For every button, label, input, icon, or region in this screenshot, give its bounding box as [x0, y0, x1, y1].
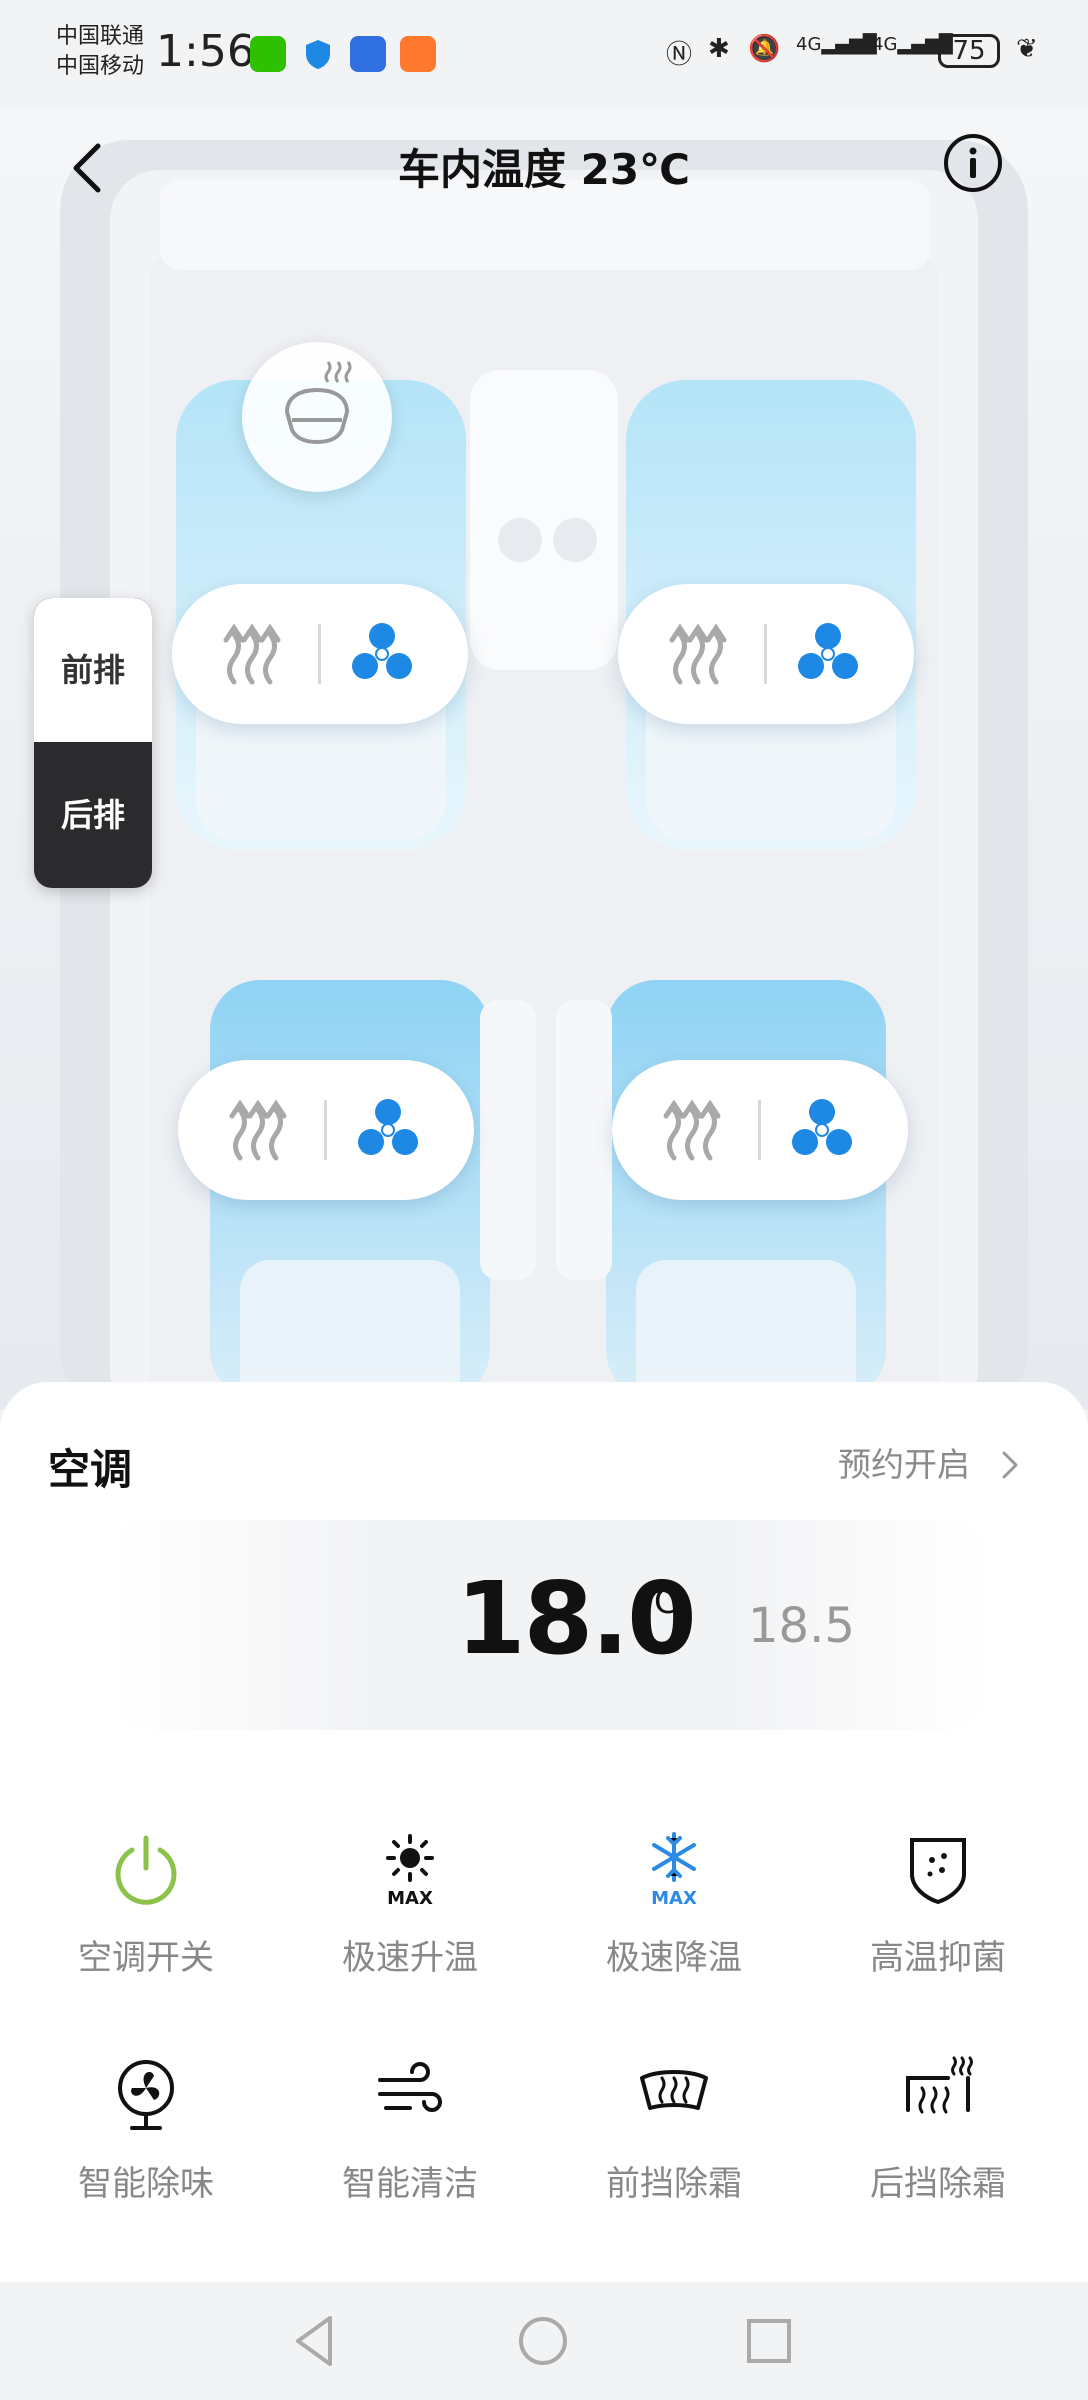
seat-fan-icon[interactable] — [348, 620, 416, 688]
function-label: 后挡除霜 — [870, 2164, 1006, 2204]
nfc-icon: Ⓝ — [666, 40, 693, 70]
shield-dots-icon — [910, 1838, 966, 1905]
smart-clean-button[interactable] — [370, 2054, 450, 2138]
ac-power-button[interactable] — [106, 1828, 186, 1912]
rear-defrost-icon — [906, 2056, 973, 2114]
next-temperature[interactable]: 18.5 — [748, 1598, 855, 1654]
carrier-1: 中国联通 — [56, 24, 145, 49]
seat-fan-icon[interactable] — [354, 1096, 422, 1164]
seat-fan-icon[interactable] — [794, 620, 862, 688]
network-2-label: 4G — [872, 34, 898, 55]
smart-deodorize-button[interactable] — [106, 2054, 186, 2138]
rear-defrost-button[interactable] — [898, 2054, 978, 2138]
seat-heat-icon[interactable] — [222, 622, 282, 686]
mute-icon: 🔕 — [748, 34, 781, 64]
svg-text:MAX: MAX — [651, 1888, 697, 1908]
fan-icon — [118, 2060, 174, 2130]
clock: 1:56 — [156, 26, 255, 77]
seat-fan-icon[interactable] — [788, 1096, 856, 1164]
nav-recents-icon[interactable] — [744, 2316, 794, 2366]
seat-control-front-left — [172, 584, 468, 724]
seat-control-rear-right — [612, 1060, 908, 1200]
front-defrost-button[interactable] — [634, 2054, 714, 2138]
seat-heat-icon[interactable] — [662, 1098, 722, 1162]
chevron-right-icon[interactable] — [1000, 1450, 1020, 1480]
function-label: 前挡除霜 — [606, 2164, 742, 2204]
carrier-2: 中国移动 — [56, 54, 145, 79]
info-icon — [969, 147, 977, 178]
page-title: 车内温度 23℃ — [398, 145, 690, 194]
divider — [758, 1100, 761, 1160]
snowflake-max-icon: MAX — [651, 1832, 697, 1909]
seat-control-rear-left — [178, 1060, 474, 1200]
function-label: 智能清洁 — [342, 2164, 478, 2204]
divider — [318, 624, 321, 684]
front-defrost-icon — [640, 2070, 708, 2110]
wechat-icon — [250, 36, 286, 72]
function-label: 高温抑菌 — [870, 1938, 1006, 1978]
seat-control-front-right — [618, 584, 914, 724]
carrier-info: 中国联通 中国移动 — [56, 22, 144, 82]
system-nav-bar — [0, 2282, 1088, 2400]
status-bar: 中国联通 中国移动 1:56 Ⓝ ✱ 🔕 4G▂▄▆█ 4G▂▄▆█ 75 ❦ — [0, 0, 1088, 110]
steering-wheel-heat-button[interactable] — [242, 342, 392, 492]
car-top-view — [0, 110, 1088, 1420]
seat-heat-icon[interactable] — [668, 622, 728, 686]
climate-title: 空调 — [48, 1445, 133, 1494]
divider — [764, 624, 767, 684]
rapid-heat-button[interactable]: MAX — [370, 1828, 450, 1912]
front-row-tab[interactable]: 前排 — [34, 598, 152, 742]
power-icon — [115, 1835, 177, 1905]
app-icon-orange — [400, 36, 436, 72]
function-label: 极速升温 — [342, 1938, 478, 1978]
nav-back-icon[interactable] — [290, 2312, 340, 2370]
shield-app-icon — [300, 36, 336, 72]
rear-row-tab[interactable]: 后排 — [34, 742, 152, 888]
info-button[interactable] — [944, 134, 1002, 192]
function-label: 空调开关 — [78, 1938, 214, 1978]
function-label: 极速降温 — [606, 1938, 742, 1978]
rapid-cool-button[interactable]: MAX — [634, 1828, 714, 1912]
seat-heat-icon[interactable] — [228, 1098, 288, 1162]
app-icon-blue — [350, 36, 386, 72]
battery-indicator: 75 — [938, 34, 1000, 68]
steering-heat-icon — [284, 361, 352, 445]
divider — [324, 1100, 327, 1160]
high-temp-sterilize-button[interactable] — [898, 1828, 978, 1912]
signal-1-icon: 4G▂▄▆█ — [796, 34, 877, 55]
schedule-link[interactable]: 预约开启 — [838, 1438, 970, 1486]
function-label: 智能除味 — [78, 2164, 214, 2204]
network-1-label: 4G — [796, 34, 822, 55]
bluetooth-icon: ✱ — [708, 34, 730, 64]
svg-text:MAX: MAX — [387, 1888, 433, 1908]
temperature-unit: ℃ — [640, 1582, 679, 1622]
nav-home-icon[interactable] — [516, 2314, 570, 2368]
row-toggle: 前排 后排 — [34, 598, 152, 888]
leaf-icon: ❦ — [1016, 34, 1038, 64]
wind-icon — [378, 2062, 442, 2112]
sun-max-icon: MAX — [386, 1834, 434, 1909]
